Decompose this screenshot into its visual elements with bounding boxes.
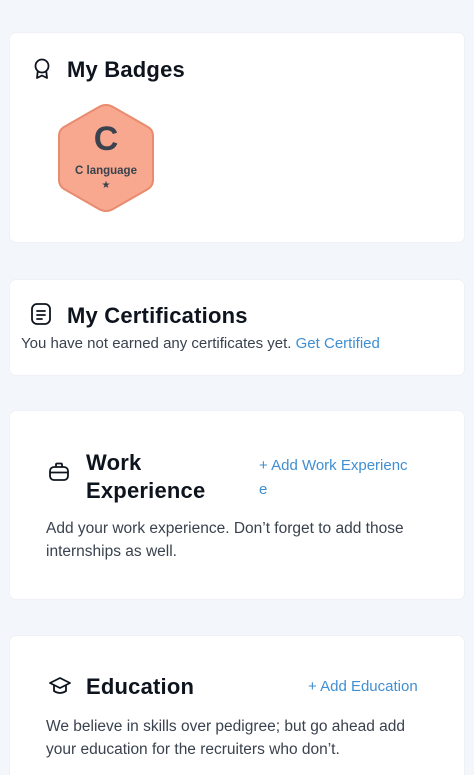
add-education-link[interactable]: + Add Education [308, 678, 418, 695]
certifications-title: My Certifications [67, 303, 248, 328]
edu-desc-line1: We believe in skills over pedigree; but … [46, 718, 406, 735]
add-work-experience-link[interactable]: + Add Work Experienc e [259, 454, 408, 502]
education-description: We believe in skills over pedigree; but … [46, 715, 405, 761]
work-experience-title: Work Experience [86, 449, 205, 505]
briefcase-icon [48, 461, 70, 488]
add-work-line1: + Add Work Experienc [259, 457, 408, 474]
add-work-line2: e [259, 481, 268, 498]
edu-desc-line2: your education for the recruiters who do… [46, 741, 340, 758]
graduation-cap-icon [48, 675, 72, 702]
work-title-line1: Work [86, 450, 142, 475]
education-card: Education + Add Education We believe in … [10, 636, 464, 775]
work-experience-card: Work Experience + Add Work Experienc e A… [10, 411, 464, 599]
badge-name: C language [75, 165, 137, 177]
work-desc-line1: Add your work experience. Don’t forget t… [46, 520, 404, 537]
badges-title: My Badges [67, 57, 185, 82]
badge-c-language[interactable]: C C language ★ [54, 102, 158, 214]
certifications-message-text: You have not earned any certificates yet… [21, 335, 292, 352]
certifications-card: My Certifications You have not earned an… [10, 280, 464, 375]
education-title: Education [86, 674, 195, 699]
badge-letter: C [93, 120, 119, 158]
badge-star-icon: ★ [101, 180, 111, 191]
badges-card: My Badges C C language ★ [10, 33, 464, 242]
work-title-line2: Experience [86, 478, 206, 503]
certifications-empty-message: You have not earned any certificates yet… [21, 332, 380, 355]
badge-ribbon-icon [32, 58, 52, 85]
certificate-document-icon [30, 302, 52, 331]
work-desc-line2: internships as well. [46, 543, 177, 560]
get-certified-link[interactable]: Get Certified [296, 335, 380, 352]
profile-page: My Badges C C language ★ My Certificatio… [0, 0, 474, 775]
work-experience-description: Add your work experience. Don’t forget t… [46, 517, 404, 563]
